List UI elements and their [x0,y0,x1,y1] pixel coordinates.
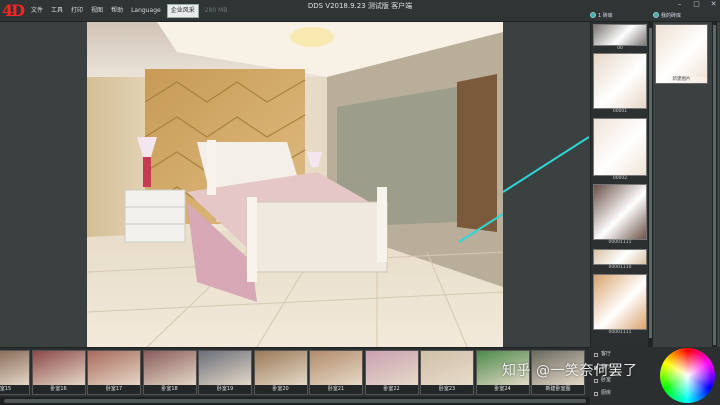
scene-thumbnail-label: 卧室20 [254,385,307,394]
tile-label: 00001 [612,109,628,114]
my-library-scrollbar[interactable] [712,22,717,347]
scene-thumbnail-image [254,351,307,387]
title-bar: 4D 文件 工具 打印 视图 帮助 Language 企业风采 280 MB D… [0,0,720,22]
my-library-card-label: 新建图片 [656,77,707,83]
scrollbar-thumb[interactable] [4,399,586,403]
app-window: 4D 文件 工具 打印 视图 帮助 Language 企业风采 280 MB D… [0,0,720,405]
scene-thumbnail[interactable]: 卧室22 [364,350,419,395]
tile-card[interactable]: 00 [593,24,647,52]
scene-thumbnail-image [143,351,196,387]
pointer-line [502,136,590,193]
tile-card[interactable]: 00002 [593,118,647,182]
menu-tools[interactable]: 工具 [47,0,67,22]
scene-thumbnail-label: 新建卧室图 [532,385,584,394]
scene-thumbnail[interactable]: 卧室16 [31,350,86,395]
left-gutter [0,22,87,347]
scene-thumbnail-image [421,351,473,387]
bedroom-render [87,22,503,347]
maximize-icon[interactable]: □ [692,0,701,9]
color-wheel-picker[interactable] [660,348,715,403]
scene-thumbnail[interactable]: 卧室19 [198,350,252,395]
tile-card[interactable]: 00001110 [593,249,647,271]
tile-swatch [593,249,647,265]
window-controls: – □ ✕ [675,0,718,12]
scene-thumbnail[interactable]: 卧室17 [87,350,141,395]
menu-company[interactable]: 企业风采 [166,4,199,18]
folder-icon [594,391,598,396]
scene-thumbnail[interactable]: 卧室18 [142,350,197,395]
room-render-viewport[interactable] [87,22,503,347]
my-library-icon [653,12,659,18]
scene-thumbnail-label: 卧室18 [143,385,196,394]
close-icon[interactable]: ✕ [709,0,718,9]
menu-file[interactable]: 文件 [27,0,47,22]
library-icon [590,12,596,18]
scene-thumbnail[interactable]: 卧室21 [309,350,363,395]
scene-thumbnail-label: 卧室24 [476,385,529,394]
tile-swatch [593,53,647,109]
tile-label: 00001110 [608,265,632,270]
tab-tile-library[interactable]: 1 砖库 [590,9,613,21]
menu-help[interactable]: 帮助 [107,0,127,22]
scene-thumbnail-label: 卧室15 [0,385,29,394]
tile-label: 00001111 [608,240,632,245]
folder-icon [594,352,598,357]
tab-tile-library-label: 1 砖库 [598,12,613,19]
list-item[interactable]: 客厅 [594,351,611,358]
scene-thumbnail-label: 卧室21 [310,385,362,394]
scene-thumbnail-label: 卧室19 [199,385,251,394]
my-library-card[interactable]: 新建图片 [655,24,708,84]
tile-card[interactable]: 00001111 [593,274,647,336]
tile-swatch [593,118,647,176]
right-gutter [502,22,590,347]
tab-my-library-label: 我的砖库 [661,12,682,19]
scene-thumbnail[interactable]: 卧室23 [420,350,474,395]
minimize-icon[interactable]: – [675,0,684,9]
list-item[interactable]: 厨房 [594,390,611,397]
my-library-panel: 新建图片 [653,22,720,347]
scene-thumbnail-image [310,351,362,387]
tile-label: 00 [617,46,623,51]
tile-card[interactable]: 00001 [593,53,647,115]
scene-thumbnail[interactable]: 卧室15 [0,350,30,395]
scene-thumbnail-label: 卧室17 [88,385,140,394]
tile-swatch [593,24,647,46]
list-item-label: 厨房 [601,390,612,396]
watermark-text: 知乎 @一笑奈何罢了 [502,363,638,379]
scene-thumbnail-label: 卧室16 [32,385,85,394]
scene-thumbnail-image [88,351,140,387]
scene-thumbnail[interactable]: 卧室20 [253,350,308,395]
list-item-label: 客厅 [601,351,612,357]
scrollbar-thumb[interactable] [713,25,716,345]
tile-card[interactable]: 00001111 [593,184,647,246]
scene-thumbnail-image [32,351,85,387]
menu-language[interactable]: Language [127,0,165,22]
tab-my-library[interactable]: 我的砖库 [653,9,681,21]
tile-swatch [593,184,647,240]
tile-label: 00001111 [608,330,632,335]
menu-print[interactable]: 打印 [67,0,87,22]
tile-library-panel: 00 00001 00002 00001111 00001110 0000111… [590,22,648,347]
menu-view[interactable]: 视图 [87,0,107,22]
app-logo: 4D [2,1,25,20]
window-title: DDS V2018.9.23 测试版 客户端 [307,2,413,10]
scene-thumbnail-image [0,351,29,387]
scene-thumbnail-image [365,351,418,387]
tile-label: 00002 [612,176,628,181]
scene-thumbnail-label: 卧室23 [421,385,473,394]
scene-thumbnail-label: 卧室22 [365,385,418,394]
thumbnail-scrollbar[interactable] [0,397,590,405]
tile-swatch [593,274,647,330]
scrollbar-thumb[interactable] [649,28,652,338]
memory-indicator: 280 MB [204,7,228,14]
menu-bar: 文件 工具 打印 视图 帮助 Language 企业风采 280 MB [27,0,231,22]
scene-thumbnail-image [199,351,251,387]
